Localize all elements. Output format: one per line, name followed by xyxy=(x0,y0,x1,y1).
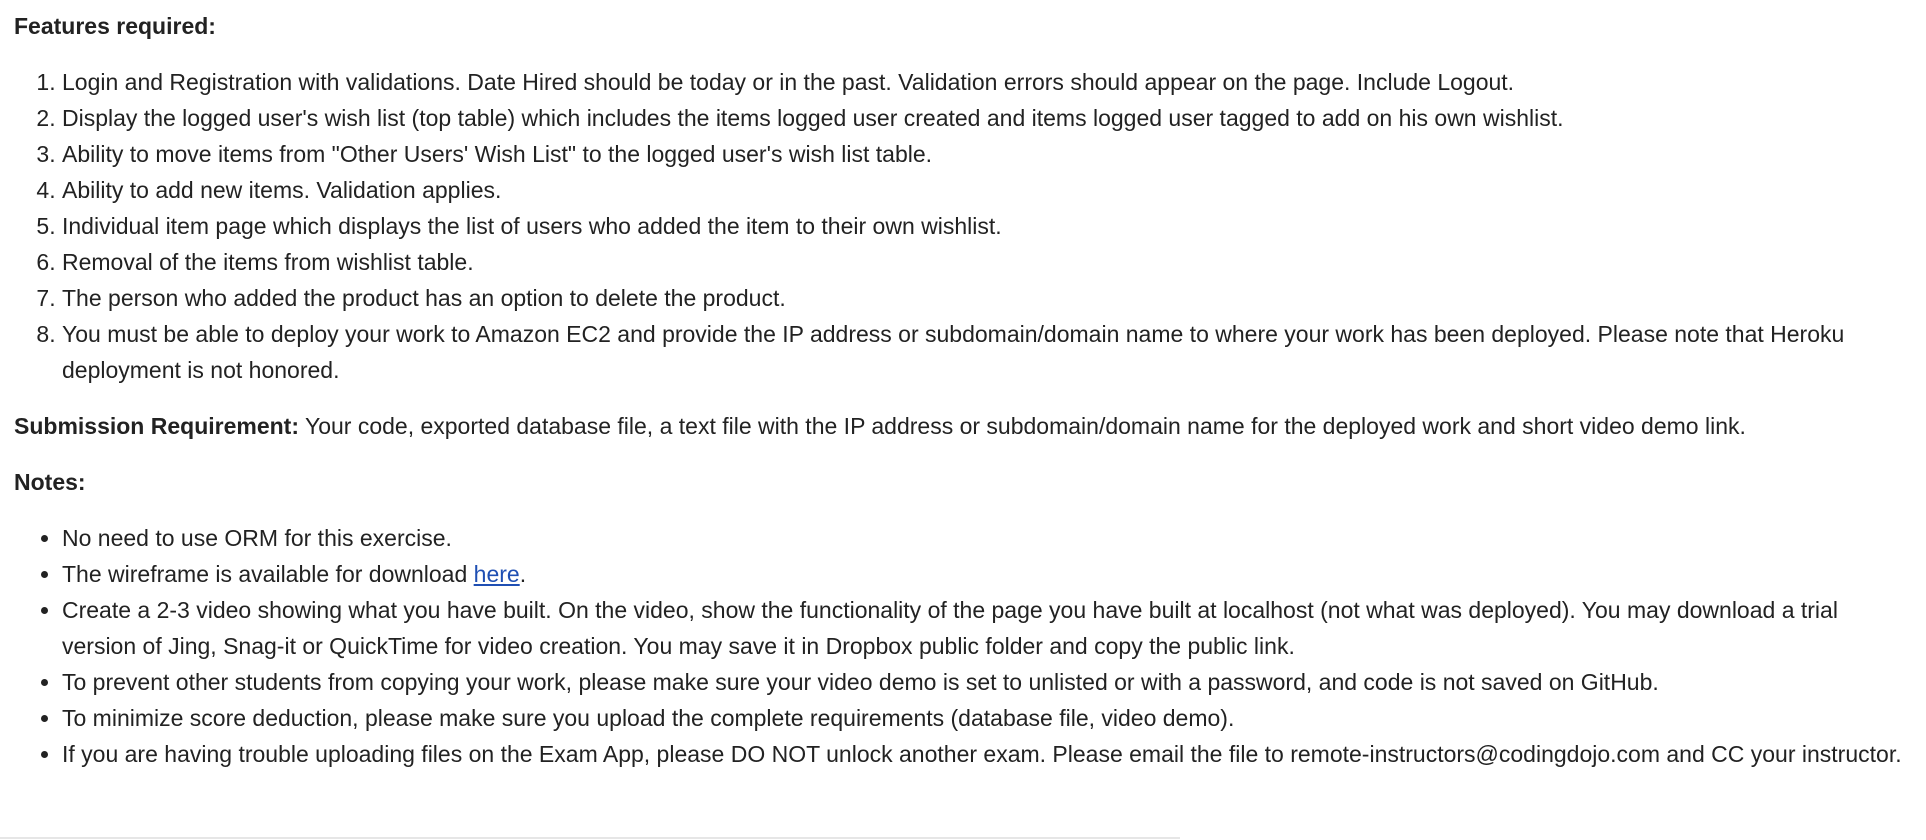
feature-item: Login and Registration with validations.… xyxy=(62,64,1914,100)
feature-item: The person who added the product has an … xyxy=(62,280,1914,316)
submission-text: Your code, exported database file, a tex… xyxy=(298,413,1746,439)
feature-item: Ability to add new items. Validation app… xyxy=(62,172,1914,208)
feature-item: Individual item page which displays the … xyxy=(62,208,1914,244)
feature-item: Removal of the items from wishlist table… xyxy=(62,244,1914,280)
submission-label: Submission Requirement: xyxy=(14,413,299,439)
note-item: If you are having trouble uploading file… xyxy=(62,736,1914,772)
features-list: Login and Registration with validations.… xyxy=(14,64,1914,388)
notes-heading: Notes: xyxy=(14,469,86,495)
wireframe-download-link[interactable]: here xyxy=(474,561,520,587)
note-item: To prevent other students from copying y… xyxy=(62,664,1914,700)
submission-requirement: Submission Requirement: Your code, expor… xyxy=(14,408,1914,444)
note-text: The wireframe is available for download xyxy=(62,561,474,587)
notes-list: No need to use ORM for this exercise. Th… xyxy=(14,520,1914,772)
feature-item: Display the logged user's wish list (top… xyxy=(62,100,1914,136)
note-item-wireframe: The wireframe is available for download … xyxy=(62,556,1914,592)
feature-item: You must be able to deploy your work to … xyxy=(62,316,1914,388)
note-text: . xyxy=(519,561,527,587)
note-item: To minimize score deduction, please make… xyxy=(62,700,1914,736)
feature-item: Ability to move items from "Other Users'… xyxy=(62,136,1914,172)
note-item: No need to use ORM for this exercise. xyxy=(62,520,1914,556)
features-heading: Features required: xyxy=(14,13,216,39)
bottom-divider xyxy=(0,837,1180,839)
note-item: Create a 2-3 video showing what you have… xyxy=(62,592,1914,664)
exam-instructions: Features required: Login and Registratio… xyxy=(14,8,1914,772)
